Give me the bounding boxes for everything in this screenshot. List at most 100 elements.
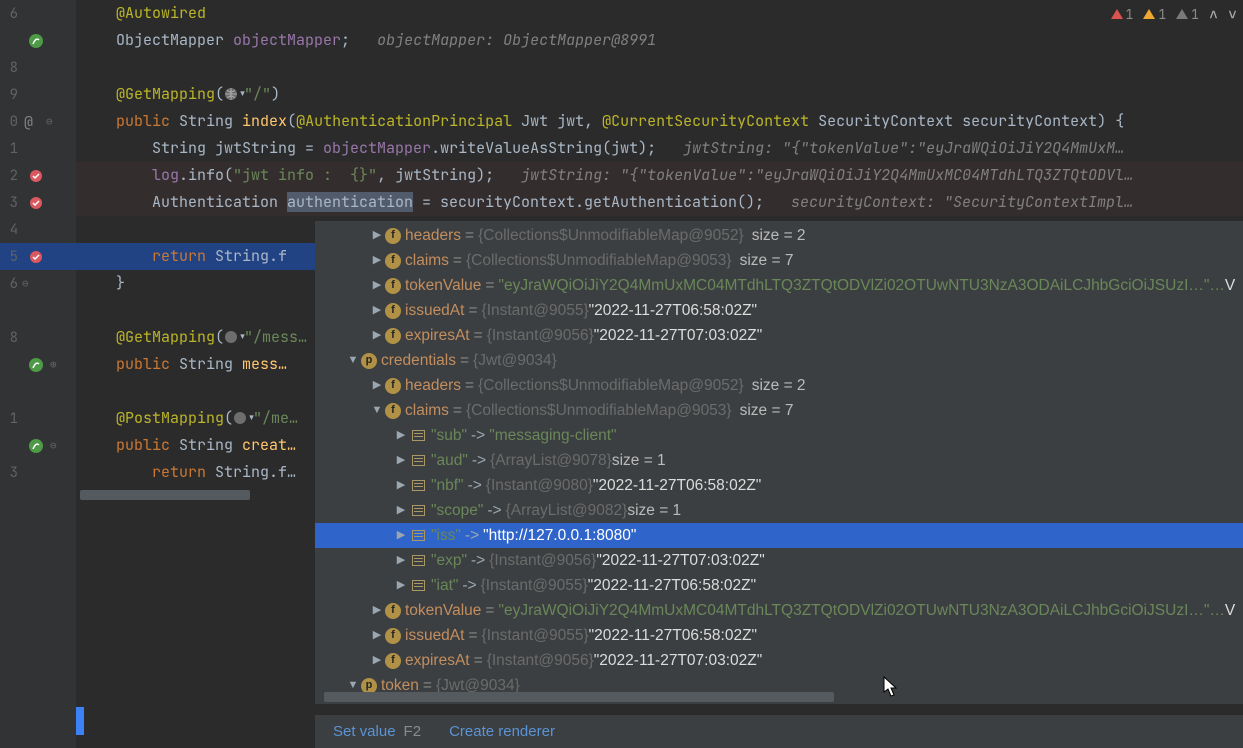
inspection-error[interactable]: 1	[1111, 6, 1134, 23]
tree-node-expiresat[interactable]: ▶fexpiresAt={Instant@9056} "2022-11-27T0…	[315, 648, 1243, 673]
chevron-right-icon[interactable]: ▶	[369, 323, 385, 348]
chevron-right-icon[interactable]: ▶	[393, 423, 409, 448]
tree-node-exp[interactable]: ▶"exp"->{Instant@9056} "2022-11-27T07:03…	[315, 548, 1243, 573]
tree-node-headers[interactable]: ▶fheaders={Collections$UnmodifiableMap@9…	[315, 373, 1243, 398]
globe-icon[interactable]: ▾	[224, 81, 244, 108]
chevron-right-icon[interactable]: ▶	[393, 448, 409, 473]
globe-icon[interactable]: ▾	[224, 324, 244, 351]
line-number: 6	[2, 275, 18, 293]
selected-word: authentication	[287, 192, 413, 212]
chevron-right-icon[interactable]: ▶	[393, 523, 409, 548]
tree-node-issuedat[interactable]: ▶fissuedAt={Instant@9055} "2022-11-27T06…	[315, 298, 1243, 323]
map-entry-icon	[409, 477, 427, 495]
shortcut-hint: F2	[404, 723, 422, 740]
map-entry-icon	[409, 577, 427, 595]
line-number: 9	[2, 86, 18, 104]
field-icon: f	[385, 278, 401, 294]
inline-hint: objectMapper: ObjectMapper@8991	[377, 30, 656, 50]
line-number: 0	[2, 113, 18, 131]
inspections-widget[interactable]: 1 1 1 ∧ ∨	[1111, 4, 1237, 24]
breakpoint-icon[interactable]	[26, 247, 46, 267]
debugger-footer: Set value F2 Create renderer	[315, 714, 1243, 748]
inline-hint: jwtString: "{"tokenValue":"eyJraWQiOiJiY…	[683, 138, 1124, 158]
spring-bean-icon[interactable]	[26, 31, 46, 51]
chevron-right-icon[interactable]: ▶	[393, 573, 409, 598]
field-icon: f	[385, 403, 401, 419]
spring-bean-icon[interactable]	[26, 436, 46, 456]
field-icon: f	[385, 628, 401, 644]
editor-gutter[interactable]: 6 8 9 0@⊖ 1 2 3 4 5 6⊖ 8 ⊕ 1 ⊖	[0, 0, 76, 748]
tree-node-claims[interactable]: ▶fclaims={Collections$UnmodifiableMap@90…	[315, 248, 1243, 273]
tree-node-sub[interactable]: ▶"sub"->"messaging-client"	[315, 423, 1243, 448]
fold-marker[interactable]: ⊖	[22, 277, 29, 291]
chevron-right-icon[interactable]: ▶	[369, 373, 385, 398]
map-entry-icon	[409, 527, 427, 545]
tree-node-tokenvalue[interactable]: ▶ftokenValue="eyJraWQiOiJiY2Q4MmUxMC04MT…	[315, 598, 1243, 623]
chevron-right-icon[interactable]: ▶	[369, 248, 385, 273]
tree-node-issuedat[interactable]: ▶fissuedAt={Instant@9055} "2022-11-27T06…	[315, 623, 1243, 648]
line-number: 8	[2, 329, 18, 347]
line-number: 3	[2, 194, 18, 212]
tree-node-iat[interactable]: ▶"iat"->{Instant@9055} "2022-11-27T06:58…	[315, 573, 1243, 598]
map-entry-icon	[409, 502, 427, 520]
chevron-right-icon[interactable]: ▶	[393, 473, 409, 498]
popup-horizontal-scrollbar-thumb[interactable]	[324, 692, 834, 702]
inspection-weak-count: 1	[1191, 6, 1199, 23]
breakpoint-icon[interactable]	[26, 193, 46, 213]
tree-node-scope[interactable]: ▶"scope"->{ArrayList@9082} size = 1	[315, 498, 1243, 523]
tree-node-tokenvalue[interactable]: ▶ftokenValue="eyJraWQiOiJiY2Q4MmUxMC04MT…	[315, 273, 1243, 298]
line-number: 5	[2, 248, 18, 266]
chevron-right-icon[interactable]: ▶	[369, 648, 385, 673]
tree-node-iss[interactable]: ▶"iss"->"http://127.0.0.1:8080"	[315, 523, 1243, 548]
inspection-error-count: 1	[1126, 6, 1134, 23]
field-icon: f	[385, 653, 401, 669]
chevron-right-icon[interactable]: ▶	[369, 623, 385, 648]
inline-hint: jwtString: "{"tokenValue":"eyJraWQiOiJiY…	[521, 165, 1133, 185]
fold-marker[interactable]: ⊖	[50, 439, 57, 453]
property-icon: p	[361, 353, 377, 369]
spring-bean-icon[interactable]	[26, 355, 46, 375]
override-icon[interactable]: @	[24, 112, 42, 132]
line-number: 4	[2, 221, 18, 239]
tree-node-expiresat[interactable]: ▶fexpiresAt={Instant@9056} "2022-11-27T0…	[315, 323, 1243, 348]
create-renderer-link[interactable]: Create renderer	[449, 723, 555, 740]
set-value-link[interactable]: Set value	[333, 723, 396, 740]
chevron-right-icon[interactable]: ▶	[369, 298, 385, 323]
line-number: 1	[2, 410, 18, 428]
globe-icon[interactable]: ▾	[233, 405, 253, 432]
fold-marker[interactable]: ⊖	[46, 115, 53, 129]
breakpoint-icon[interactable]	[26, 166, 46, 186]
map-entry-icon	[409, 427, 427, 445]
debugger-inspect-popup[interactable]: ▶fheaders={Collections$UnmodifiableMap@9…	[315, 221, 1243, 704]
chevron-right-icon[interactable]: ▶	[369, 223, 385, 248]
fold-marker[interactable]: ⊕	[50, 358, 57, 372]
debugger-tree[interactable]: ▶fheaders={Collections$UnmodifiableMap@9…	[315, 221, 1243, 698]
inspection-warning-count: 1	[1158, 6, 1166, 23]
chevron-down-icon[interactable]: ▼	[369, 398, 385, 423]
tree-node-claims[interactable]: ▼fclaims={Collections$UnmodifiableMap@90…	[315, 398, 1243, 423]
chevron-right-icon[interactable]: ▶	[393, 498, 409, 523]
inline-hint: securityContext: "SecurityContextImpl…	[791, 192, 1133, 212]
tree-node-credentials[interactable]: ▼pcredentials={Jwt@9034}	[315, 348, 1243, 373]
inspection-down-icon[interactable]: ∨	[1228, 4, 1237, 24]
chevron-right-icon[interactable]: ▶	[393, 548, 409, 573]
field-icon: f	[385, 328, 401, 344]
code-editor[interactable]: 1 1 1 ∧ ∨ 6 8 9 0@⊖ 1 2 3 4 5 6⊖ 8 ⊕	[0, 0, 1243, 748]
horizontal-scrollbar-thumb[interactable]	[80, 490, 250, 500]
field-icon: f	[385, 603, 401, 619]
tree-node-nbf[interactable]: ▶"nbf"->{Instant@9080} "2022-11-27T06:58…	[315, 473, 1243, 498]
line-number: 6	[2, 5, 18, 23]
inspection-warning[interactable]: 1	[1143, 6, 1166, 23]
chevron-right-icon[interactable]: ▶	[369, 273, 385, 298]
chevron-down-icon[interactable]: ▼	[345, 348, 361, 373]
map-entry-icon	[409, 452, 427, 470]
chevron-right-icon[interactable]: ▶	[369, 598, 385, 623]
line-number: 2	[2, 167, 18, 185]
field-icon: f	[385, 228, 401, 244]
line-number: 3	[2, 464, 18, 482]
tree-node-headers[interactable]: ▶fheaders={Collections$UnmodifiableMap@9…	[315, 223, 1243, 248]
map-entry-icon	[409, 552, 427, 570]
tree-node-aud[interactable]: ▶"aud"->{ArrayList@9078} size = 1	[315, 448, 1243, 473]
inspection-weak[interactable]: 1	[1176, 6, 1199, 23]
inspection-up-icon[interactable]: ∧	[1209, 4, 1218, 24]
